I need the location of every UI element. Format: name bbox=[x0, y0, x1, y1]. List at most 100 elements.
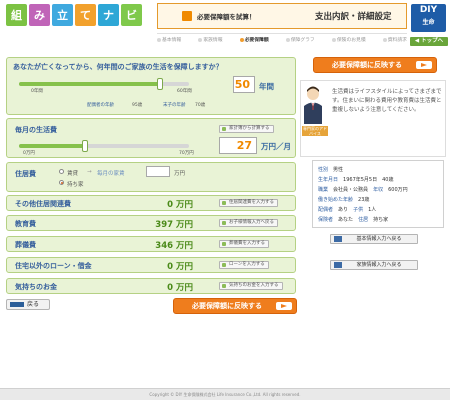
banner-left-text: 必要保障額を試算！ bbox=[197, 13, 256, 21]
info-house-label: 住居 bbox=[358, 217, 369, 223]
info-birth-label: 生年月日 bbox=[318, 177, 339, 183]
housing-title: 住居費 bbox=[15, 170, 36, 178]
living-cost-unit: 万円／月 bbox=[261, 142, 291, 151]
rent-arrow-icon: → bbox=[87, 169, 92, 175]
spouse-age-value: 95歳 bbox=[132, 103, 143, 108]
living-cost-slider[interactable] bbox=[19, 140, 189, 152]
rent-unit: 万円 bbox=[174, 171, 186, 177]
expense-edit-button[interactable]: ローンを入力する bbox=[219, 261, 269, 269]
step-item: 資料請求 bbox=[382, 36, 407, 45]
expense-row: その他住居関連費 0 万円 住居関連費を入力する bbox=[6, 195, 296, 211]
step-label: 必要保障額 bbox=[244, 38, 269, 43]
step-dot-icon bbox=[157, 37, 161, 42]
period-question: あなたが亡くなってから、何年間のご家族の生活を保障しますか？ bbox=[13, 63, 223, 71]
expense-value: 0 万円 bbox=[167, 283, 193, 293]
expense-row: 葬儀費 346 万円 葬儀費を入力する bbox=[6, 236, 296, 252]
housing-panel: 住居費 賃貸 持ち家 → 毎月の家賃 万円 bbox=[6, 162, 296, 192]
info-gender-label: 性別 bbox=[318, 167, 329, 173]
home-radio[interactable] bbox=[59, 180, 64, 185]
step-label: 保障グラフ bbox=[290, 38, 315, 43]
info-spouse-value: あり bbox=[338, 207, 349, 213]
expense-label: 気持ちのお金 bbox=[15, 283, 57, 291]
period-slider-thumb[interactable] bbox=[157, 78, 163, 90]
child-age-value: 70歳 bbox=[195, 103, 206, 108]
edit-basic-button[interactable]: 基本情報入力へ戻る bbox=[330, 234, 418, 244]
living-min-label: 0万円 bbox=[23, 151, 35, 156]
page-title: 支出内訳・詳細設定 bbox=[315, 12, 392, 22]
info-family: 配偶者 あり 子供 1人 bbox=[318, 206, 376, 213]
household-calc-button[interactable]: 家計簿から計算する bbox=[219, 125, 274, 133]
edit-family-button[interactable]: 家族情報入力へ戻る bbox=[330, 260, 418, 270]
expense-edit-button[interactable]: 気持ちのお金を入力する bbox=[219, 282, 283, 290]
living-cost-title: 毎月の生活費 bbox=[15, 126, 57, 134]
edit-basic-label: 基本情報入力へ戻る bbox=[356, 236, 402, 242]
step-item: 保障グラフ bbox=[285, 36, 315, 45]
rent-input[interactable] bbox=[146, 166, 170, 177]
info-spouse-label: 配偶者 bbox=[318, 207, 334, 213]
logo-tile: ナ bbox=[98, 4, 119, 26]
info-birth: 生年月日 1967年5月5日 40歳 bbox=[318, 176, 393, 183]
info-years-value: 23歳 bbox=[358, 197, 370, 203]
header-banner: 必要保障額を試算！ 支出内訳・詳細設定 bbox=[157, 3, 407, 29]
step-dot-icon bbox=[285, 37, 290, 42]
reflect-button-bottom[interactable]: 必要保障額に反映する bbox=[173, 298, 297, 314]
step-item: 必要保障額 bbox=[239, 36, 269, 45]
top-link[interactable]: ◀ トップへ bbox=[410, 37, 448, 46]
expense-value: 0 万円 bbox=[167, 262, 193, 272]
child-age-label: 末子の年齢 bbox=[163, 103, 186, 108]
edit-family-label: 家族情報入力へ戻る bbox=[356, 262, 402, 268]
footer-copyright: Copyright © DIY 生命保険株式会社 Life Insurance … bbox=[0, 388, 450, 400]
step-dot-icon bbox=[198, 37, 203, 42]
step-dot-icon bbox=[331, 37, 336, 42]
info-years: 働き始めた年齢 23歳 bbox=[318, 196, 369, 203]
expense-label: その他住居関連費 bbox=[15, 200, 71, 208]
period-value-field[interactable]: 50 bbox=[233, 76, 255, 93]
expense-edit-button[interactable]: 住居関連費を入力する bbox=[219, 199, 278, 207]
info-children-label: 子供 bbox=[353, 207, 364, 213]
info-gender: 性別 男性 bbox=[318, 166, 343, 173]
expense-row: 気持ちのお金 0 万円 気持ちのお金を入力する bbox=[6, 278, 296, 294]
arrow-right-icon bbox=[416, 61, 432, 69]
info-birth-value: 1967年5月5日 40歳 bbox=[343, 177, 394, 183]
logo-tile: 組 bbox=[6, 4, 27, 26]
reflect-button-bottom-label: 必要保障額に反映する bbox=[192, 302, 262, 310]
rent-radio[interactable] bbox=[59, 169, 64, 174]
step-dot-icon bbox=[239, 37, 244, 42]
living-max-label: 70万円 bbox=[179, 151, 194, 156]
back-button[interactable]: 戻る bbox=[6, 299, 50, 310]
diy-logo[interactable]: DIY 生命 bbox=[411, 4, 446, 32]
back-arrow-icon bbox=[334, 262, 342, 268]
period-max-label: 60年間 bbox=[177, 89, 192, 94]
step-label: 資料請求 bbox=[387, 38, 407, 43]
step-label: 基本情報 bbox=[162, 38, 182, 43]
step-item: 基本情報 bbox=[157, 36, 181, 45]
logo-tile: 立 bbox=[52, 4, 73, 26]
period-slider[interactable] bbox=[19, 78, 189, 90]
reflect-button-top[interactable]: 必要保障額に反映する bbox=[313, 57, 437, 73]
advisor-image bbox=[304, 86, 322, 124]
period-min-label: 0年間 bbox=[31, 89, 43, 94]
home-label: 持ち家 bbox=[67, 182, 84, 188]
info-house-value: 持ち家 bbox=[373, 217, 389, 223]
expense-row: 教育費 397 万円 お子様情報入力へ戻る bbox=[6, 215, 296, 231]
expense-edit-button[interactable]: お子様情報入力へ戻る bbox=[219, 219, 278, 227]
reflect-button-top-label: 必要保障額に反映する bbox=[332, 61, 402, 69]
living-cost-slider-thumb[interactable] bbox=[82, 140, 88, 152]
living-cost-slider-fill bbox=[19, 144, 85, 148]
expense-edit-button[interactable]: 葬儀費を入力する bbox=[219, 240, 269, 248]
info-income-value: 600万円 bbox=[388, 187, 408, 193]
info-gender-value: 男性 bbox=[333, 167, 344, 173]
step-item: 保険のお見積 bbox=[331, 36, 366, 45]
app-logo[interactable]: 組み立てナビ bbox=[6, 4, 148, 37]
info-income-label: 年収 bbox=[373, 187, 384, 193]
logo-tile: み bbox=[29, 4, 50, 26]
info-policy: 保険者 あなた 住居 持ち家 bbox=[318, 216, 388, 223]
info-policy-label: 保険者 bbox=[318, 217, 334, 223]
expense-value: 397 万円 bbox=[155, 220, 193, 230]
info-policy-value: あなた bbox=[338, 217, 354, 223]
advisor-text: 生活費はライフスタイルによってさまざまです。住まいに関わる費用や教育費は生活費と… bbox=[332, 89, 442, 113]
logo-tile: ビ bbox=[121, 4, 142, 26]
info-job-value: 会社員・公務員 bbox=[333, 187, 369, 193]
back-arrow-icon bbox=[334, 236, 342, 242]
living-cost-field[interactable]: 27 bbox=[219, 137, 257, 154]
